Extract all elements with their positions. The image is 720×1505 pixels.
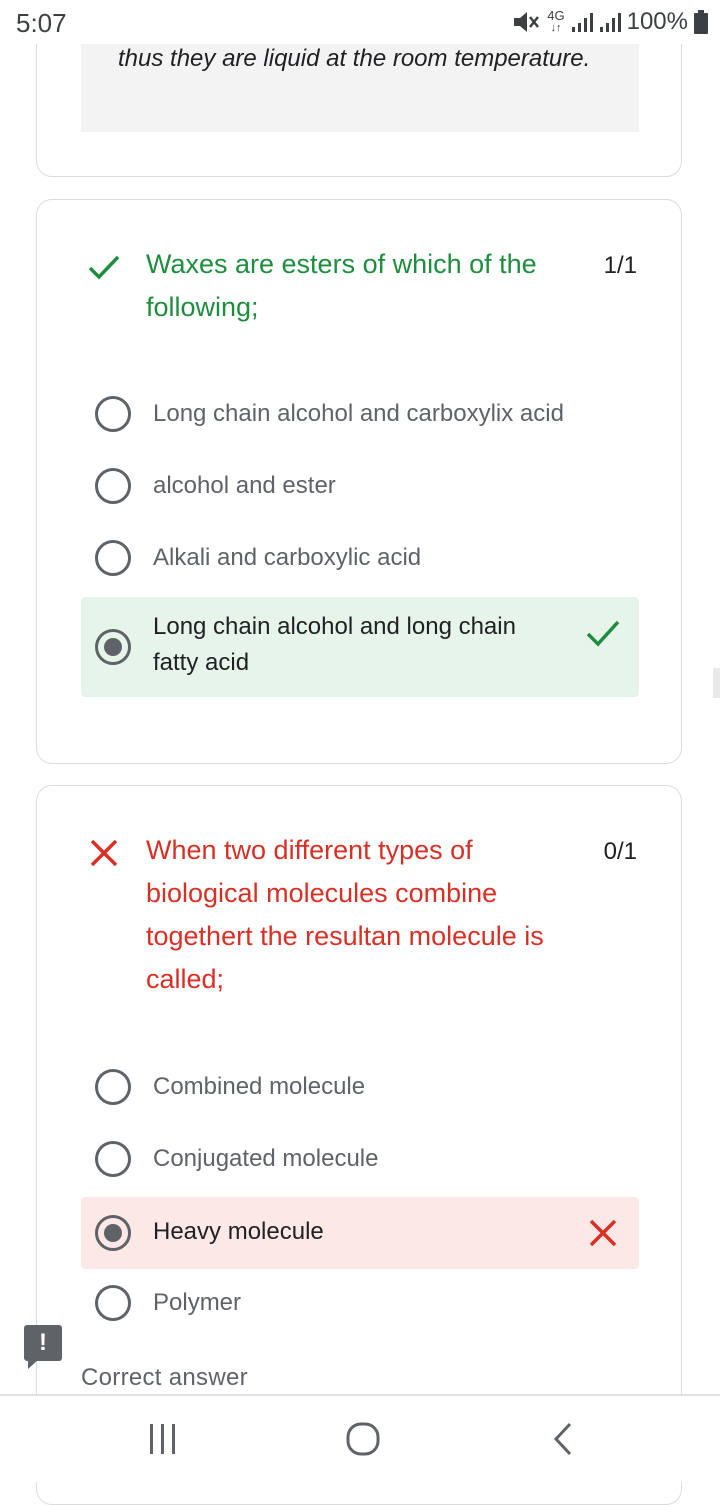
option-item-selected-correct[interactable]: Long chain alcohol and long chain fatty … bbox=[81, 597, 639, 697]
question-title-line: Waxes are esters of which of the bbox=[146, 249, 537, 279]
radio-button[interactable] bbox=[95, 1285, 131, 1321]
signal-icon bbox=[571, 11, 593, 33]
option-label: Long chain alcohol and carboxylix acid bbox=[153, 400, 564, 427]
option-item[interactable]: Conjugated molecule bbox=[81, 1141, 639, 1177]
network-label: 4G bbox=[547, 8, 565, 23]
status-icons: 4G ↓↑ 100% bbox=[511, 8, 708, 36]
question-title-line: called; bbox=[146, 964, 225, 994]
recent-apps-icon[interactable] bbox=[140, 1416, 186, 1462]
status-bar: 5:07 4G ↓↑ 100% bbox=[0, 0, 720, 44]
question-title: Waxes are esters of which of the followi… bbox=[146, 243, 586, 329]
answer-feedback-box: thus they are liquid at the room tempera… bbox=[81, 37, 639, 132]
radio-button[interactable] bbox=[95, 396, 131, 432]
radio-button[interactable] bbox=[95, 468, 131, 504]
radio-button-checked[interactable] bbox=[95, 1215, 131, 1251]
option-label: Conjugated molecule bbox=[153, 1145, 379, 1172]
option-item[interactable]: alcohol and ester bbox=[81, 468, 639, 504]
correct-check-icon bbox=[585, 615, 621, 651]
question-title-line: When two different types of bbox=[146, 835, 473, 865]
question-title-line: togethert the resultan molecule is bbox=[146, 921, 544, 951]
question-title: When two different types of biological m… bbox=[146, 829, 586, 1001]
question-title-line: biological molecules combine bbox=[146, 878, 498, 908]
scroll-handle[interactable] bbox=[713, 668, 720, 698]
option-label: alcohol and ester bbox=[153, 472, 336, 499]
report-feedback-button[interactable]: ! bbox=[24, 1325, 62, 1369]
question-score: 0/1 bbox=[603, 838, 637, 865]
question-score: 1/1 bbox=[603, 252, 637, 279]
network-4g-icon: 4G ↓↑ bbox=[547, 8, 565, 34]
option-label: Polymer bbox=[153, 1289, 242, 1316]
status-time: 5:07 bbox=[16, 8, 67, 38]
back-icon[interactable] bbox=[540, 1416, 586, 1462]
signal-icon bbox=[599, 11, 621, 33]
option-label-line: fatty acid bbox=[153, 649, 250, 676]
feedback-text: thus they are liquid at the room tempera… bbox=[118, 45, 591, 72]
option-item[interactable]: Combined molecule bbox=[81, 1069, 639, 1105]
home-icon[interactable] bbox=[340, 1416, 386, 1462]
radio-button[interactable] bbox=[95, 1141, 131, 1177]
option-label: Alkali and carboxylic acid bbox=[153, 544, 422, 571]
correct-check-icon bbox=[87, 250, 121, 284]
correct-answer-heading: Correct answer bbox=[81, 1364, 248, 1391]
option-label-line: Long chain alcohol and long chain bbox=[153, 613, 516, 640]
option-item-selected-incorrect[interactable]: Heavy molecule bbox=[81, 1197, 639, 1269]
mute-icon bbox=[511, 9, 541, 35]
option-label: Combined molecule bbox=[153, 1073, 366, 1100]
incorrect-x-icon bbox=[585, 1215, 621, 1251]
question-title-line: following; bbox=[146, 292, 259, 322]
option-item[interactable]: Long chain alcohol and carboxylix acid bbox=[81, 396, 639, 432]
radio-button[interactable] bbox=[95, 1069, 131, 1105]
option-item[interactable]: Alkali and carboxylic acid bbox=[81, 540, 639, 576]
battery-icon bbox=[694, 10, 708, 34]
option-label: Long chain alcohol and long chain fatty … bbox=[153, 609, 516, 681]
question-card-1: Waxes are esters of which of the followi… bbox=[36, 199, 682, 764]
system-navigation-bar bbox=[0, 1394, 720, 1482]
battery-percent: 100% bbox=[626, 8, 688, 35]
option-item[interactable]: Polymer bbox=[81, 1285, 639, 1321]
option-label: Heavy molecule bbox=[153, 1218, 324, 1245]
incorrect-x-icon bbox=[87, 836, 121, 870]
radio-button-checked[interactable] bbox=[95, 629, 131, 665]
exclamation-icon: ! bbox=[39, 1329, 47, 1356]
radio-button[interactable] bbox=[95, 540, 131, 576]
